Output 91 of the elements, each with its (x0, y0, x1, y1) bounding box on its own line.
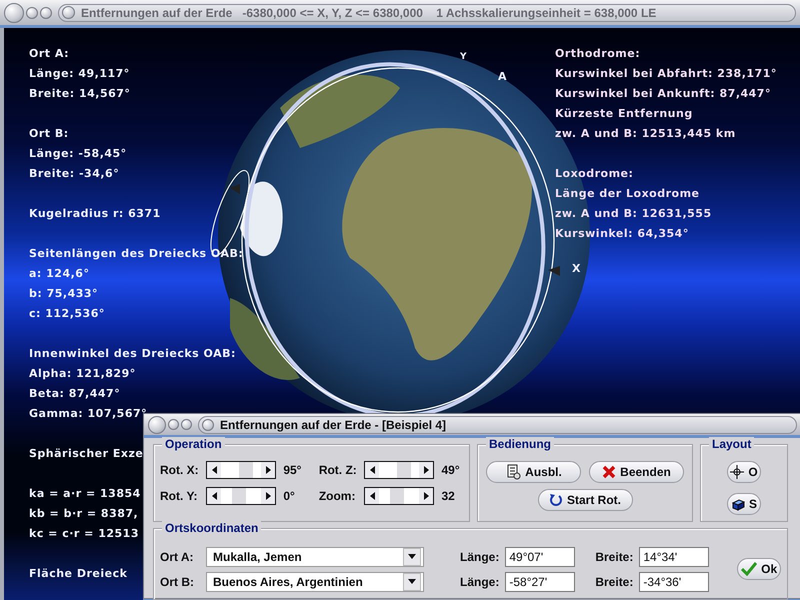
location-dropdown[interactable]: Buenos Aires, Argentinien (206, 572, 424, 592)
cube-icon (730, 497, 745, 511)
dropdown-arrow-icon[interactable] (408, 554, 416, 559)
scrollbar-track[interactable] (364, 487, 434, 505)
right-arrow-icon[interactable] (424, 466, 429, 474)
window-controls-icon[interactable] (148, 416, 192, 434)
checkmark-icon (741, 562, 758, 576)
title-button-icon[interactable] (202, 418, 214, 430)
slider-value: 32 (442, 489, 456, 503)
left-arrow-icon[interactable] (370, 492, 375, 500)
longitude-field[interactable]: 49°07' (505, 546, 576, 566)
slider-label: Rot. Y: (160, 489, 199, 503)
slider-label: Rot. X: (160, 463, 200, 477)
group-title: Ortskoordinaten (162, 521, 262, 535)
document-icon (505, 464, 522, 480)
right-arrow-icon[interactable] (266, 492, 270, 500)
point-label: X (572, 262, 580, 275)
info-text: Alpha: 121,829° (29, 366, 136, 382)
close-icon (602, 465, 616, 479)
scrollbar-track[interactable] (206, 487, 276, 505)
info-text: Länge der Loxodrome (555, 186, 700, 202)
info-text: Kugelradius r: 6371 (29, 206, 161, 222)
right-arrow-icon[interactable] (266, 466, 270, 474)
dialog-title: Entfernungen auf der Erde - [Beispiel 4] (220, 418, 446, 432)
left-arrow-icon[interactable] (212, 466, 216, 474)
layout-button[interactable]: O (727, 461, 761, 483)
dropdown-arrow-icon[interactable] (408, 579, 416, 584)
info-text: Breite: -34,6° (29, 166, 120, 182)
action-button[interactable]: Ausbl. (486, 461, 581, 483)
location-label: Ort B: (160, 574, 195, 588)
info-text: Loxodrome: (555, 166, 634, 182)
info-text: Sphärischer Exze (29, 446, 144, 462)
latitude-field[interactable]: 14°34' (639, 546, 710, 566)
info-text: Fläche Dreieck (29, 566, 128, 582)
action-button[interactable]: Start Rot. (538, 489, 632, 511)
scrollbar-thumb[interactable] (396, 462, 411, 478)
point-label: A (498, 70, 507, 83)
info-text: Länge: 49,117° (29, 66, 130, 82)
info-text: Kurswinkel bei Abfahrt: 238,171° (555, 66, 777, 82)
info-text: Gamma: 107,567° (29, 406, 148, 422)
info-text: Kürzeste Entfernung (555, 106, 693, 122)
slider-label: Rot. Z: (318, 463, 358, 477)
scrollbar-track[interactable] (364, 461, 434, 479)
info-text: Kurswinkel: 64,354° (555, 226, 689, 242)
field-label: Länge: (460, 550, 500, 564)
info-text: Innenwinkel des Dreiecks OAB: (29, 346, 236, 362)
slider-value: 0° (283, 489, 296, 503)
ok-button[interactable]: Ok (737, 558, 781, 580)
point-label: Y (460, 52, 467, 62)
scrollbar-thumb[interactable] (238, 462, 252, 478)
info-text: b: 75,433° (29, 286, 98, 302)
info-text: Länge: -58,45° (29, 146, 127, 162)
info-text: zw. A und B: 12513,445 km (555, 126, 736, 142)
slider-value: 49° (442, 463, 461, 477)
info-text: kb = b·r = 8387, (29, 506, 138, 522)
window-title: Entfernungen auf der Erde -6380,000 <= X, Y, Z <= 6380,000 1 Achsskalierungseinheit = 638,000 LE (81, 6, 656, 20)
info-text: Ort A: (29, 46, 69, 62)
info-text: c: 112,536° (29, 306, 105, 322)
info-text: ka = a·r = 13854 (29, 486, 141, 502)
left-arrow-icon[interactable] (370, 466, 375, 474)
scrollbar-track[interactable] (206, 461, 276, 479)
field-label: Länge: (460, 574, 500, 588)
group-title: Layout (709, 437, 754, 451)
group-title: Bedienung (486, 437, 554, 451)
info-text: zw. A und B: 12631,555 (555, 206, 712, 222)
info-text: Beta: 87,447° (29, 386, 120, 402)
slider-value: 95° (283, 463, 302, 477)
layout-button[interactable]: S (727, 493, 761, 515)
scrollbar-thumb[interactable] (390, 488, 404, 504)
right-arrow-icon[interactable] (424, 492, 429, 500)
slider-label: Zoom: (318, 489, 356, 503)
info-text: kc = c·r = 12513 (29, 526, 139, 542)
crosshair-icon (730, 465, 744, 479)
field-label: Breite: (595, 574, 634, 588)
scrollbar-thumb[interactable] (232, 488, 246, 504)
group-title: Operation (162, 437, 225, 451)
rotate-icon (549, 493, 563, 507)
left-arrow-icon[interactable] (212, 492, 216, 500)
info-text: Kurswinkel bei Ankunft: 87,447° (555, 86, 771, 102)
info-text: Ort B: (29, 126, 69, 142)
field-label: Breite: (595, 550, 634, 564)
title-button-icon[interactable] (62, 6, 75, 19)
info-text: a: 124,6° (29, 266, 90, 282)
info-text: Orthodrome: (555, 46, 640, 62)
window-controls-icon[interactable] (4, 2, 52, 22)
latitude-field[interactable]: -34°36' (639, 572, 710, 592)
location-label: Ort A: (160, 550, 195, 564)
info-text: Breite: 14,567° (29, 86, 130, 102)
longitude-field[interactable]: -58°27' (505, 572, 576, 592)
action-button[interactable]: Beenden (589, 461, 684, 483)
location-dropdown[interactable]: Mukalla, Jemen (206, 546, 424, 566)
